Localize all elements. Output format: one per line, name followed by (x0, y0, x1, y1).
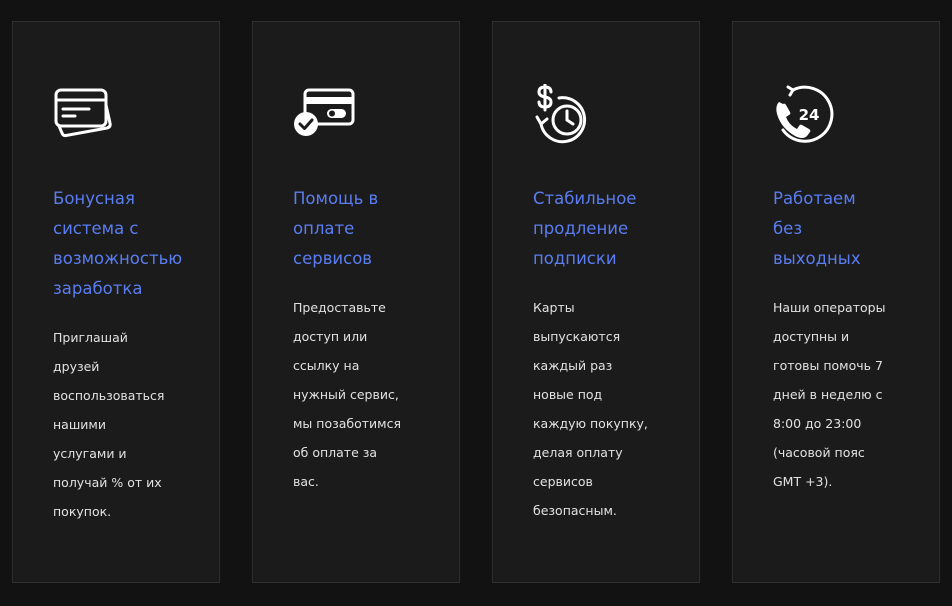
phone-24-icon: 24 (773, 84, 835, 146)
feature-card-no-days-off: 24 Работаем без выходных Наши операторы … (732, 21, 940, 583)
feature-title: Работаем без выходных (773, 189, 861, 268)
feature-description: Карты выпускаются каждый раз новые под к… (533, 300, 648, 518)
feature-card-subscription: Стабильное продление подписки Карты выпу… (492, 21, 700, 583)
card-check-icon (293, 84, 355, 146)
credit-cards-icon (53, 84, 115, 146)
feature-card-bonus: Бонусная система с возможностью заработк… (12, 21, 220, 583)
feature-title: Помощь в оплате сервисов (293, 189, 379, 268)
feature-card-payment-help: Помощь в оплате сервисов Предоставьте до… (252, 21, 460, 583)
feature-title: Бонусная система с возможностью заработк… (53, 189, 183, 298)
feature-title: Стабильное продление подписки (533, 189, 637, 268)
feature-description: Предоставьте доступ или ссылку на нужный… (293, 300, 401, 489)
svg-text:24: 24 (799, 106, 820, 124)
feature-description: Наши операторы доступны и готовы помочь … (773, 300, 886, 489)
dollar-clock-icon (533, 84, 595, 146)
feature-description: Приглашай друзей воспользоваться нашими … (53, 330, 165, 519)
features-section: Бонусная система с возможностью заработк… (0, 0, 952, 606)
